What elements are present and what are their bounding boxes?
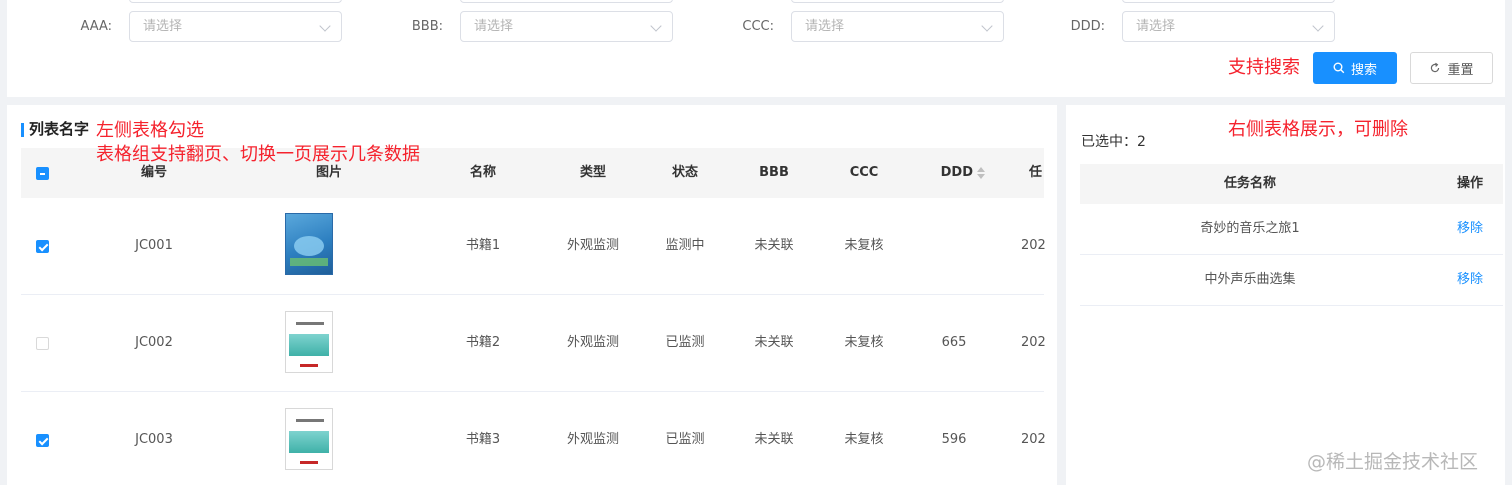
row-checkbox[interactable] — [36, 240, 49, 253]
table-row[interactable]: JC002 书籍2 外观监测 已监测 未关联 未复核 665 202 — [21, 295, 1046, 391]
column-header-bbb: BBB — [759, 165, 789, 180]
column-header-ddd[interactable]: DDD — [909, 148, 973, 198]
select-all-checkbox[interactable] — [36, 167, 49, 180]
cell-status: 已监测 — [665, 432, 705, 447]
cell-bbb: 未关联 — [754, 335, 794, 350]
cell-type: 外观监测 — [566, 335, 619, 350]
book-cover-image — [285, 408, 333, 470]
cell-date: 202 — [1021, 335, 1046, 350]
right-table-panel: 已选中：2 任务名称 操作 奇妙的音乐之旅1 移除 中外声乐曲选集 移除 右侧表… — [1066, 105, 1505, 485]
cell-bbb: 未关联 — [754, 432, 794, 447]
table-row[interactable]: JC003 书籍3 外观监测 已监测 未关联 未复核 596 202 — [21, 392, 1046, 485]
column-header-name: 名称 — [469, 165, 496, 180]
select-partial[interactable] — [460, 0, 673, 3]
column-header-task-name: 任务名称 — [1223, 176, 1276, 191]
chevron-down-icon — [1312, 20, 1324, 32]
select-ddd[interactable]: 请选择 — [1122, 11, 1335, 42]
sort-icon[interactable] — [977, 167, 985, 179]
select-aaa[interactable]: 请选择 — [129, 11, 342, 42]
row-checkbox[interactable] — [36, 337, 49, 350]
left-table-panel: 列表名字 编号 图片 名称 类型 状态 BBB CCC DDD 任 左侧表格勾选… — [7, 105, 1057, 485]
cell-id: JC002 — [135, 335, 173, 350]
cell-date: 202 — [1021, 238, 1046, 253]
book-cover-image — [285, 311, 333, 373]
filter-panel: AAA: 请选择 BBB: 请选择 CCC: 请选择 DDD: 请选择 — [7, 0, 1505, 97]
column-header-status: 状态 — [671, 165, 698, 180]
filter-label-ddd: DDD: — [1070, 19, 1105, 34]
chevron-down-icon — [650, 20, 662, 32]
select-partial[interactable] — [129, 0, 342, 3]
search-icon — [1333, 62, 1345, 74]
select-placeholder: 请选择 — [143, 19, 183, 34]
cell-date: 202 — [1021, 432, 1046, 447]
select-partial[interactable] — [791, 0, 1004, 3]
select-placeholder: 请选择 — [805, 19, 845, 34]
chevron-down-icon — [319, 20, 331, 32]
chevron-down-icon — [981, 20, 993, 32]
cell-type: 外观监测 — [566, 432, 619, 447]
cell-ccc: 未复核 — [844, 432, 884, 447]
remove-link[interactable]: 移除 — [1430, 270, 1505, 290]
select-placeholder: 请选择 — [474, 19, 514, 34]
cell-name: 书籍3 — [465, 432, 501, 447]
table-row: 奇妙的音乐之旅1 移除 — [1080, 204, 1503, 255]
cell-status: 已监测 — [665, 335, 705, 350]
cell-ccc: 未复核 — [844, 238, 884, 253]
filter-label-ccc: CCC: — [742, 19, 774, 34]
note-left-2: 表格组支持翻页、切换一页展示几条数据 — [96, 144, 420, 165]
panel-title: 列表名字 — [29, 120, 90, 138]
search-button[interactable]: 搜索 — [1313, 52, 1397, 84]
row-checkbox[interactable] — [36, 434, 49, 447]
note-left-1: 左侧表格勾选 — [96, 120, 204, 141]
reload-icon — [1431, 62, 1440, 73]
watermark: @稀土掘金技术社区 — [1307, 451, 1479, 473]
column-header-action: 操作 — [1456, 176, 1483, 191]
select-placeholder: 请选择 — [1136, 19, 1176, 34]
cell-name: 书籍2 — [465, 335, 501, 350]
selected-count: 已选中：2 — [1081, 134, 1146, 150]
title-accent-bar — [21, 123, 24, 137]
column-header-ccc: CCC — [849, 165, 879, 180]
table-row: 中外声乐曲选集 移除 — [1080, 255, 1503, 306]
note-right: 右侧表格展示，可删除 — [1228, 119, 1408, 140]
column-header-type: 类型 — [579, 165, 606, 180]
search-button-label: 搜索 — [1350, 62, 1377, 78]
filter-label-aaa: AAA: — [80, 19, 112, 34]
cell-id: JC003 — [135, 432, 173, 447]
cell-status: 监测中 — [665, 238, 705, 253]
reset-button-label: 重置 — [1447, 62, 1474, 78]
filter-label-bbb: BBB: — [411, 19, 443, 34]
cell-name: 书籍1 — [465, 238, 501, 253]
remove-link[interactable]: 移除 — [1430, 219, 1505, 239]
cell-id: JC001 — [135, 238, 173, 253]
cell-ddd: 596 — [941, 432, 967, 447]
cell-task-name: 中外声乐曲选集 — [1204, 272, 1296, 287]
cell-ddd: 665 — [941, 335, 967, 350]
cell-bbb: 未关联 — [754, 238, 794, 253]
table-row[interactable]: JC001 书籍1 外观监测 监测中 未关联 未复核 202 — [21, 198, 1046, 294]
right-table-header: 任务名称 操作 — [1080, 164, 1503, 204]
book-cover-image — [285, 213, 333, 275]
select-ccc[interactable]: 请选择 — [791, 11, 1004, 42]
column-header-partial: 任 — [1029, 165, 1043, 180]
note-search: 支持搜索 — [1228, 57, 1300, 78]
select-bbb[interactable]: 请选择 — [460, 11, 673, 42]
select-partial[interactable] — [1122, 0, 1335, 3]
cell-type: 外观监测 — [566, 238, 619, 253]
cell-task-name: 奇妙的音乐之旅1 — [1200, 221, 1300, 236]
cell-ccc: 未复核 — [844, 335, 884, 350]
reset-button[interactable]: 重置 — [1410, 52, 1493, 84]
